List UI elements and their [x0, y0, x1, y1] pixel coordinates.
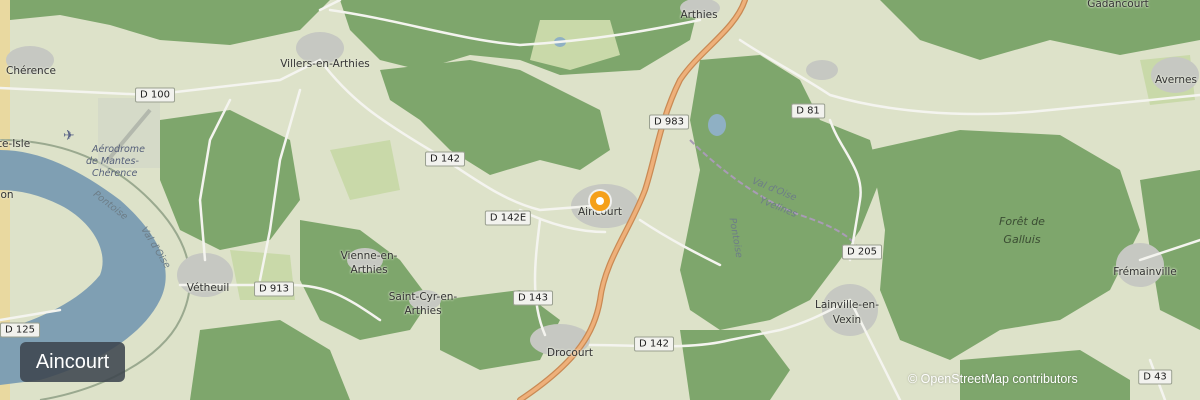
place-label-arthies: Arthies: [680, 9, 718, 21]
place-label-isle: te-Isle: [0, 138, 31, 150]
place-label-saint-cyr-1: Saint-Cyr-en-: [388, 291, 458, 303]
road-shield-d142e: D 142E: [484, 210, 532, 226]
place-label-vetheuil: Vétheuil: [186, 282, 230, 294]
place-label-on: on: [0, 189, 14, 201]
aerodrome-label-1: Aérodrome: [92, 144, 145, 155]
place-label-gadancourt: Gadancourt: [1087, 0, 1149, 10]
road-shield-d983: D 983: [649, 114, 689, 130]
place-name-badge: Aincourt: [20, 342, 125, 382]
place-label-vienne-en-arthies-1: Vienne-en-: [340, 250, 398, 262]
road-shield-d125: D 125: [0, 322, 40, 338]
place-label-lainville-1: Lainville-en-: [815, 299, 879, 311]
place-label-fremainville: Frémainville: [1113, 266, 1177, 278]
map-view[interactable]: Chérence Villers-en-Arthies Arthies Aver…: [0, 0, 1200, 400]
place-label-lainville-2: Vexin: [832, 314, 862, 326]
location-marker-icon[interactable]: [590, 191, 610, 211]
road-shield-d142-south: D 142: [634, 336, 674, 352]
place-label-cherence: Chérence: [6, 65, 56, 77]
map-attribution[interactable]: © OpenStreetMap contributors: [908, 372, 1078, 386]
place-label-saint-cyr-2: Arthies: [404, 305, 442, 317]
road-shield-d100: D 100: [135, 87, 175, 103]
place-label-vienne-en-arthies-2: Arthies: [350, 264, 388, 276]
aerodrome-label-2: de Mantes-: [86, 156, 139, 167]
road-shield-d913: D 913: [254, 281, 294, 297]
builtup-d81: [806, 60, 838, 80]
forest-label-1: Forêt de: [999, 215, 1045, 228]
builtup-fremainville: [1116, 243, 1164, 287]
place-label-drocourt: Drocourt: [547, 347, 593, 359]
aerodrome-label-3: Chérence: [92, 168, 138, 179]
forest-label-2: Galluis: [1003, 233, 1041, 246]
pond: [708, 114, 726, 136]
road-shield-d81: D 81: [791, 103, 825, 119]
road-shield-d43: D 43: [1138, 369, 1172, 385]
road-shield-d205: D 205: [842, 244, 882, 260]
place-label-villers-en-arthies: Villers-en-Arthies: [280, 58, 370, 70]
airport-icon: ✈: [63, 128, 75, 144]
road-shield-d143: D 143: [513, 290, 553, 306]
place-label-avernes: Avernes: [1155, 74, 1197, 86]
road-shield-d142-north: D 142: [425, 151, 465, 167]
